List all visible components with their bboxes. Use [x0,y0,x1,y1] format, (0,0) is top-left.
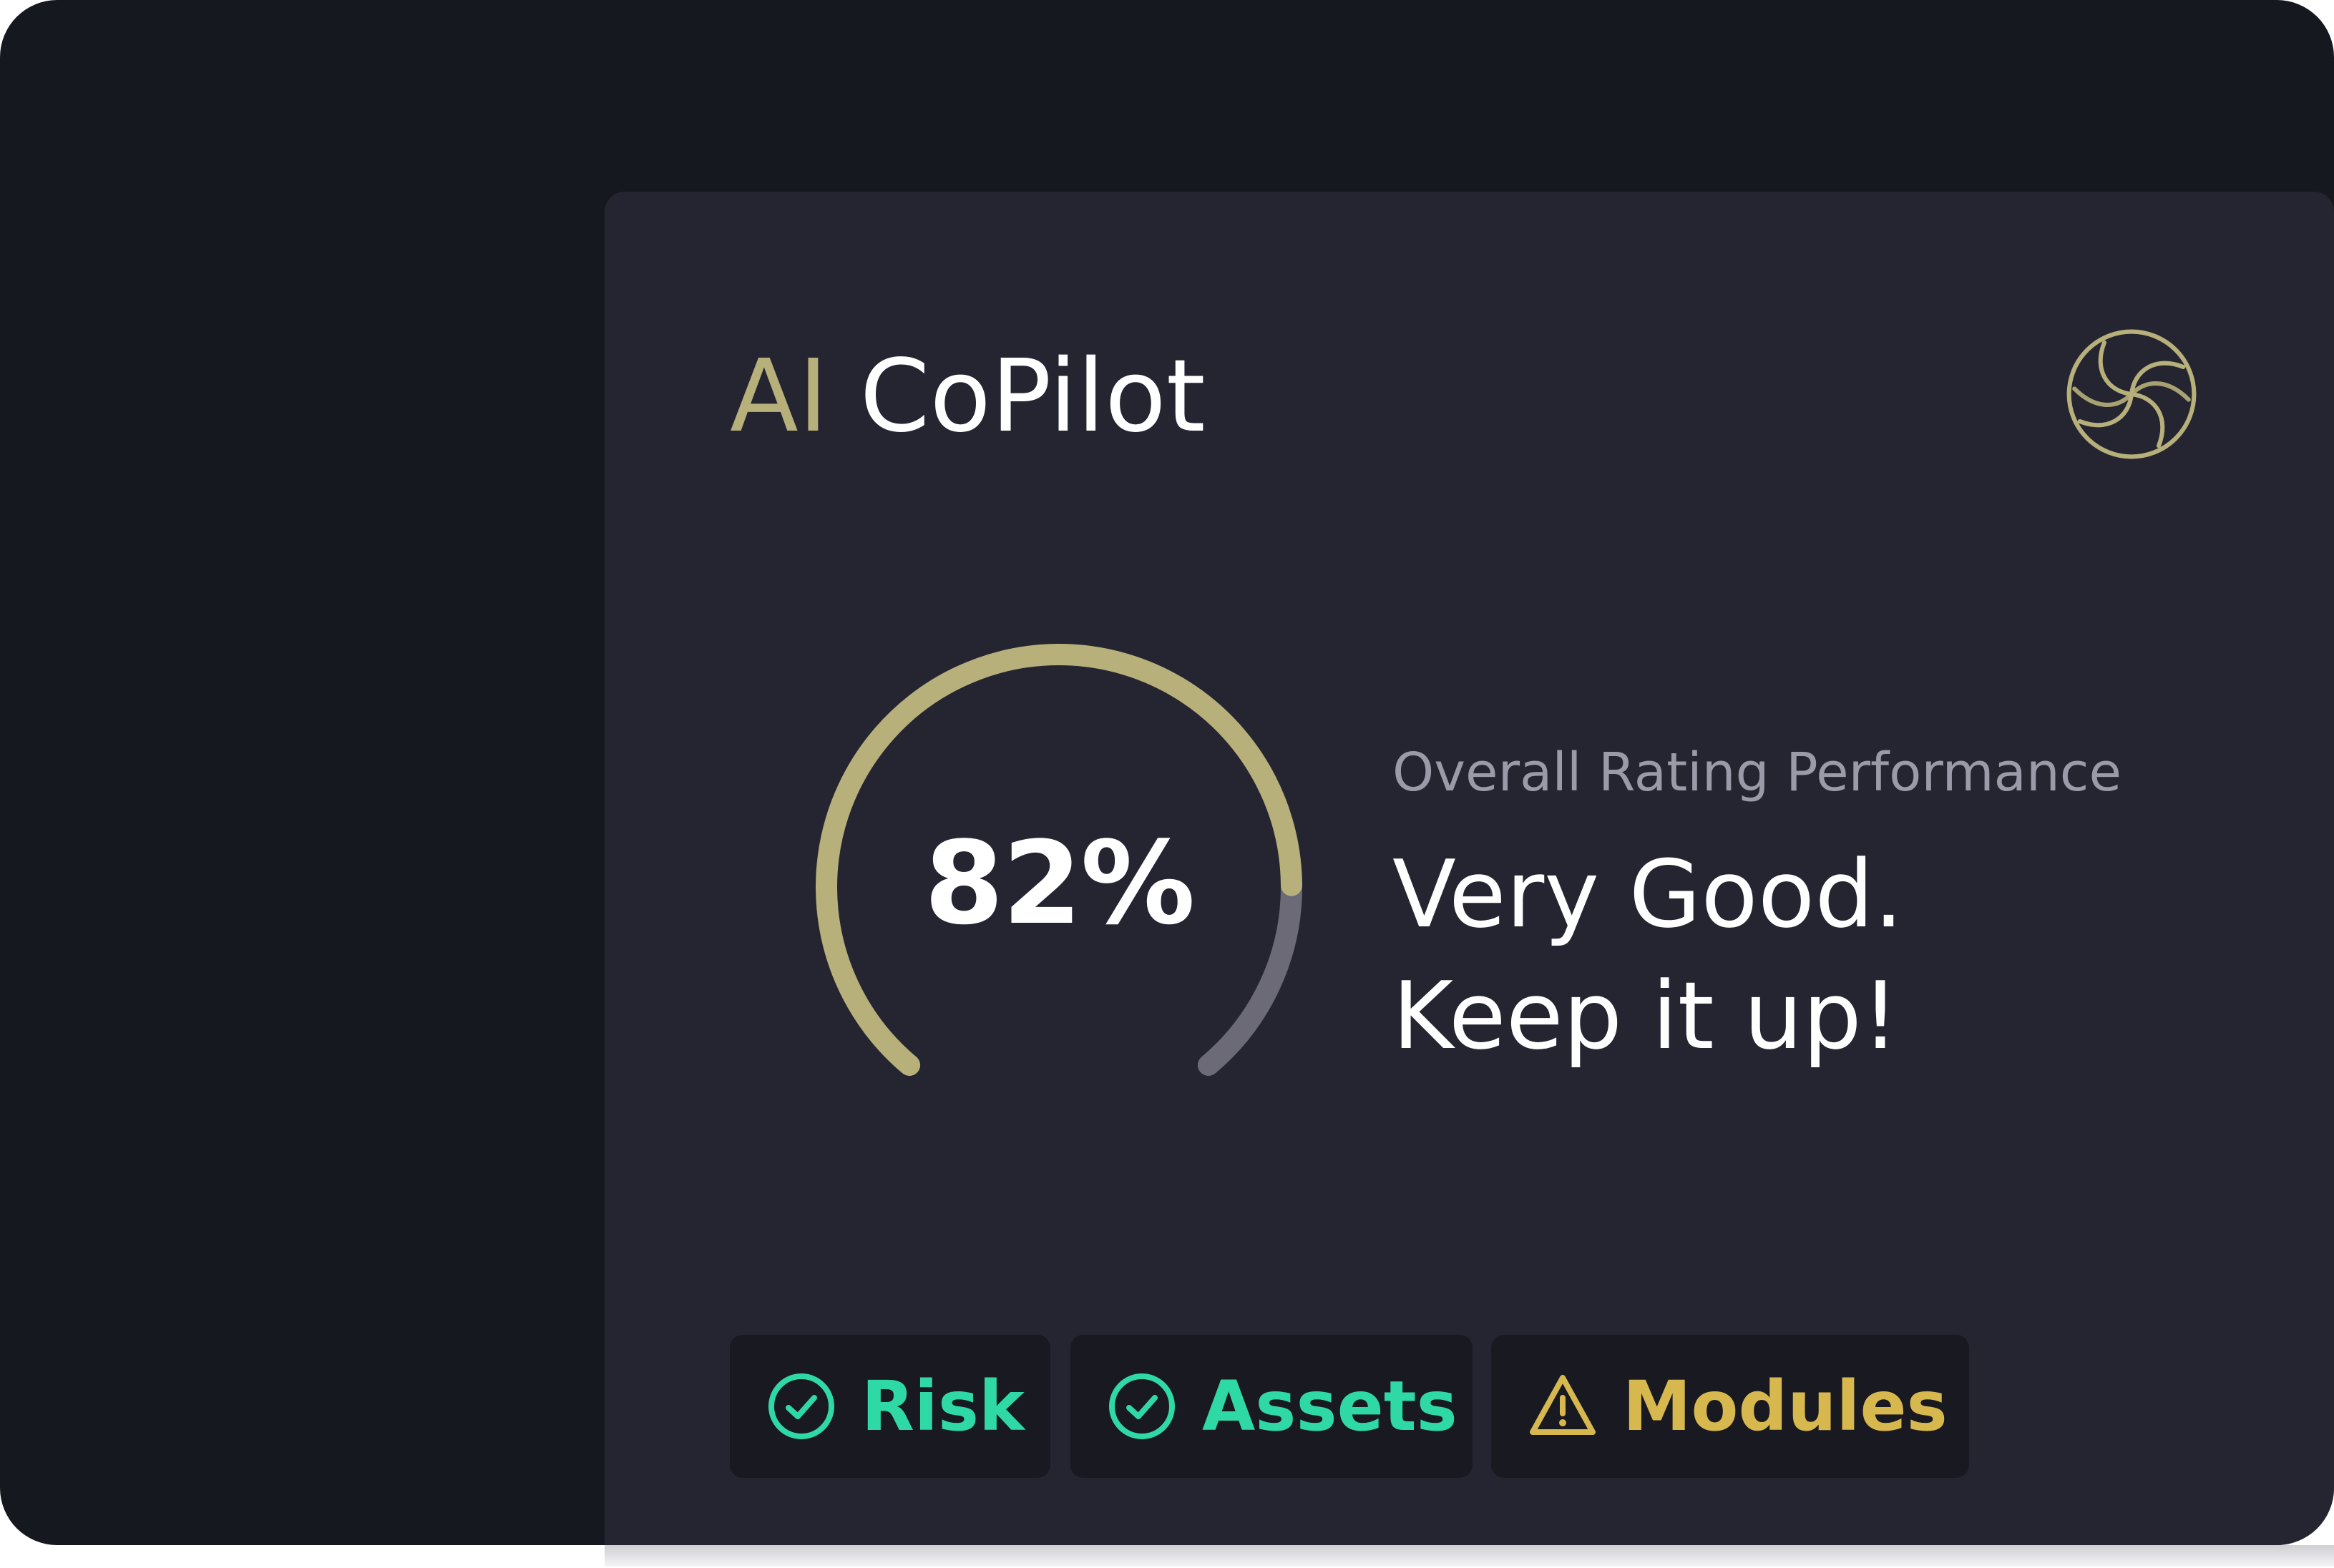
warning-triangle-icon [1530,1375,1596,1435]
card-title-accent: AI [730,338,829,455]
assets-chip[interactable]: Assets [1070,1335,1473,1478]
modules-chip-label: Modules [1623,1366,1948,1446]
modules-chip[interactable]: Modules [1491,1335,1969,1478]
rating-label: Overall Rating Performance [1392,742,2122,803]
card-title-main: CoPilot [859,338,1206,455]
risk-chip-label: Risk [861,1366,1025,1446]
card-shadow [605,1545,2334,1567]
rating-message: Very Good. Keep it up! [1392,833,2251,1077]
rating-message-line1: Very Good. [1392,840,1904,949]
swirl-logo-icon[interactable] [2064,326,2199,462]
rating-percent: 82% [924,816,1196,950]
risk-chip[interactable]: Risk [730,1335,1050,1478]
assets-chip-label: Assets [1202,1366,1457,1446]
rating-message-line2: Keep it up! [1392,961,1900,1070]
check-circle-icon [1109,1373,1175,1439]
card-title: AI CoPilot [730,343,1206,451]
check-circle-icon [768,1373,834,1439]
